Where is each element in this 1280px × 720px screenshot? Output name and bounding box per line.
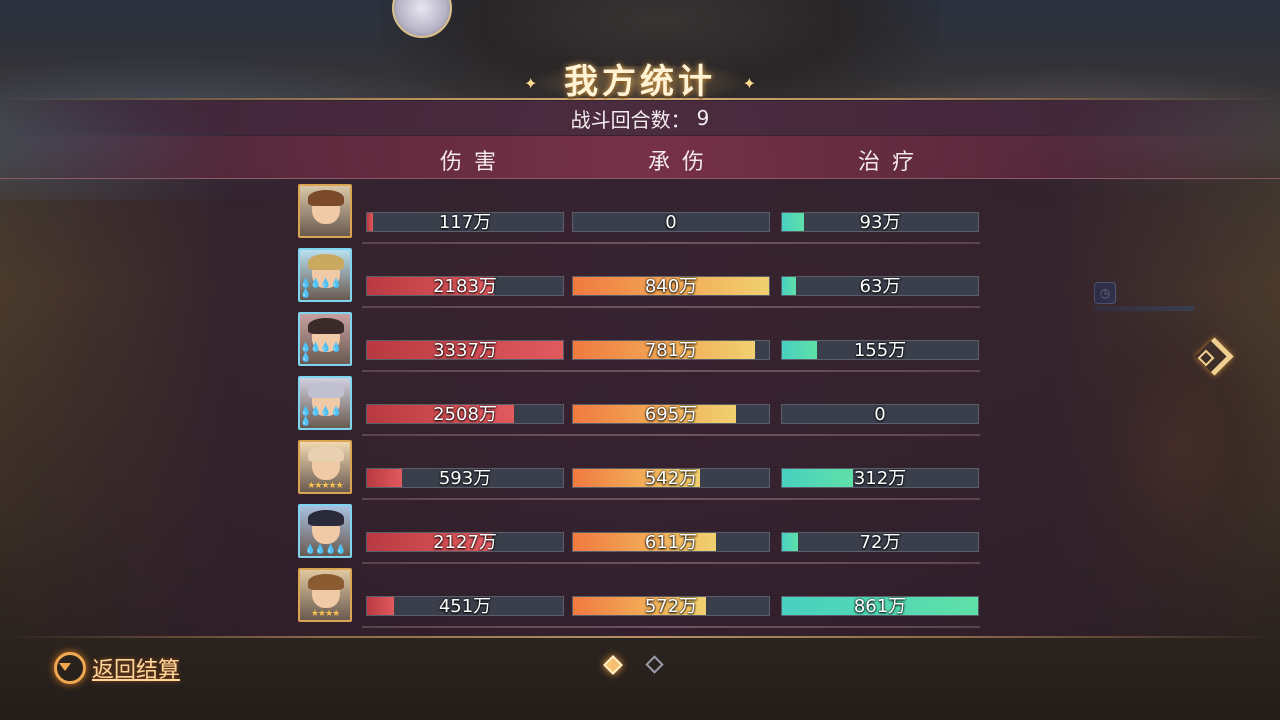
heal-value: 72万: [859, 532, 901, 552]
stat-row: 💧💧💧💧💧 3337万 781万 155万: [298, 312, 988, 372]
damage-bar: 2127万: [366, 532, 564, 552]
stat-row: 💧💧💧💧💧 2508万 695万 0: [298, 376, 988, 436]
taken-value: 0: [665, 212, 677, 232]
hero-portrait[interactable]: ★★★★★: [298, 440, 352, 494]
hero-portrait[interactable]: 💧💧💧💧💧: [298, 376, 352, 430]
taken-value: 611万: [644, 532, 698, 552]
awaken-drops-icon: 💧💧💧💧💧: [300, 343, 342, 363]
row-divider: [362, 626, 980, 628]
taken-value: 572万: [644, 596, 698, 616]
rounds-bar: 战斗回合数： 9: [0, 101, 1280, 135]
damage-bar: 3337万: [366, 340, 564, 360]
heal-value: 63万: [859, 276, 901, 296]
row-divider: [362, 242, 980, 244]
damage-value: 451万: [438, 596, 492, 616]
heal-value: 93万: [859, 212, 901, 232]
portrait-hair: [308, 190, 344, 206]
row-divider: [362, 498, 980, 500]
stat-row: ★★★★★ 593万 542万 312万: [298, 440, 988, 500]
damage-bar: 451万: [366, 596, 564, 616]
return-arrow-icon: [54, 652, 86, 684]
next-page-button[interactable]: [1194, 334, 1234, 378]
damage-value: 117万: [438, 212, 492, 232]
page-title: 我方统计: [564, 61, 716, 102]
taken-bar: 611万: [572, 532, 770, 552]
damage-value: 3337万: [433, 340, 497, 360]
taken-bar: 840万: [572, 276, 770, 296]
heal-bar: 93万: [781, 212, 979, 232]
heal-bar: 72万: [781, 532, 979, 552]
damage-bar: 117万: [366, 212, 564, 232]
stat-row: 💧💧💧💧 2127万 611万 72万: [298, 504, 988, 564]
awaken-drops-icon: 💧💧💧💧💧: [300, 279, 342, 299]
awaken-drops-icon: 💧💧💧💧: [304, 545, 347, 555]
heal-bar: 155万: [781, 340, 979, 360]
portrait-hair: [308, 254, 344, 270]
page-dot-inactive[interactable]: [645, 655, 664, 674]
row-divider: [362, 562, 980, 564]
title-banner: ✦ 我方统计 ✦: [510, 48, 770, 108]
rank-stars-icon: ★★★★★: [307, 481, 343, 491]
page-dot-active[interactable]: [603, 655, 623, 675]
awaken-drops-icon: 💧💧💧💧💧: [300, 407, 342, 427]
page-indicator: [603, 655, 664, 675]
damage-value: 2508万: [433, 404, 497, 424]
taken-bar: 0: [572, 212, 770, 232]
heal-bar: 0: [781, 404, 979, 424]
portrait-hair: [308, 446, 344, 462]
row-divider: [362, 306, 980, 308]
taken-bar: 781万: [572, 340, 770, 360]
sparkle-icon: ✦: [524, 74, 538, 93]
portrait-hair: [308, 382, 344, 398]
chevron-right-icon: [1194, 336, 1234, 376]
heal-bar: 312万: [781, 468, 979, 488]
panel-border-bottom: [0, 636, 1280, 638]
portrait-hair: [308, 574, 344, 590]
hero-portrait[interactable]: 💧💧💧💧💧: [298, 312, 352, 366]
portrait-hair: [308, 510, 344, 526]
column-header-row: 伤害 承伤 治疗: [0, 136, 1280, 179]
stat-row: 💧💧💧💧💧 2183万 840万 63万: [298, 248, 988, 308]
heal-value: 861万: [853, 596, 907, 616]
taken-bar: 572万: [572, 596, 770, 616]
damage-value: 593万: [438, 468, 492, 488]
row-divider: [362, 434, 980, 436]
damage-value: 2183万: [433, 276, 497, 296]
damage-bar: 2183万: [366, 276, 564, 296]
sparkle-icon: ✦: [742, 74, 756, 93]
heal-bar: 861万: [781, 596, 979, 616]
portrait-hair: [308, 318, 344, 334]
hero-portrait[interactable]: [298, 184, 352, 238]
damage-value: 2127万: [433, 532, 497, 552]
rounds-value: 9: [696, 106, 710, 130]
heal-value: 155万: [853, 340, 907, 360]
taken-bar: 542万: [572, 468, 770, 488]
stat-row: ★★★★ 451万 572万 861万: [298, 568, 988, 628]
heal-bar: 63万: [781, 276, 979, 296]
rounds-label: 战斗回合数：: [570, 107, 691, 132]
taken-value: 542万: [644, 468, 698, 488]
row-divider: [362, 370, 980, 372]
heal-value: 0: [874, 404, 886, 424]
damage-bar: 2508万: [366, 404, 564, 424]
rank-stars-icon: ★★★★: [310, 609, 340, 619]
header-heal: 治疗: [858, 150, 927, 175]
header-taken: 承伤: [648, 150, 717, 175]
taken-value: 695万: [644, 404, 698, 424]
hero-portrait[interactable]: ★★★★: [298, 568, 352, 622]
back-to-results-button[interactable]: 返回结算: [54, 650, 180, 686]
heal-value: 312万: [853, 468, 907, 488]
taken-value: 781万: [644, 340, 698, 360]
damage-bar: 593万: [366, 468, 564, 488]
back-button-label: 返回结算: [92, 658, 181, 683]
header-damage: 伤害: [440, 150, 509, 175]
hero-portrait[interactable]: 💧💧💧💧: [298, 504, 352, 558]
taken-bar: 695万: [572, 404, 770, 424]
hero-portrait[interactable]: 💧💧💧💧💧: [298, 248, 352, 302]
stat-row: 117万 0 93万: [298, 184, 988, 244]
taken-value: 840万: [644, 276, 698, 296]
